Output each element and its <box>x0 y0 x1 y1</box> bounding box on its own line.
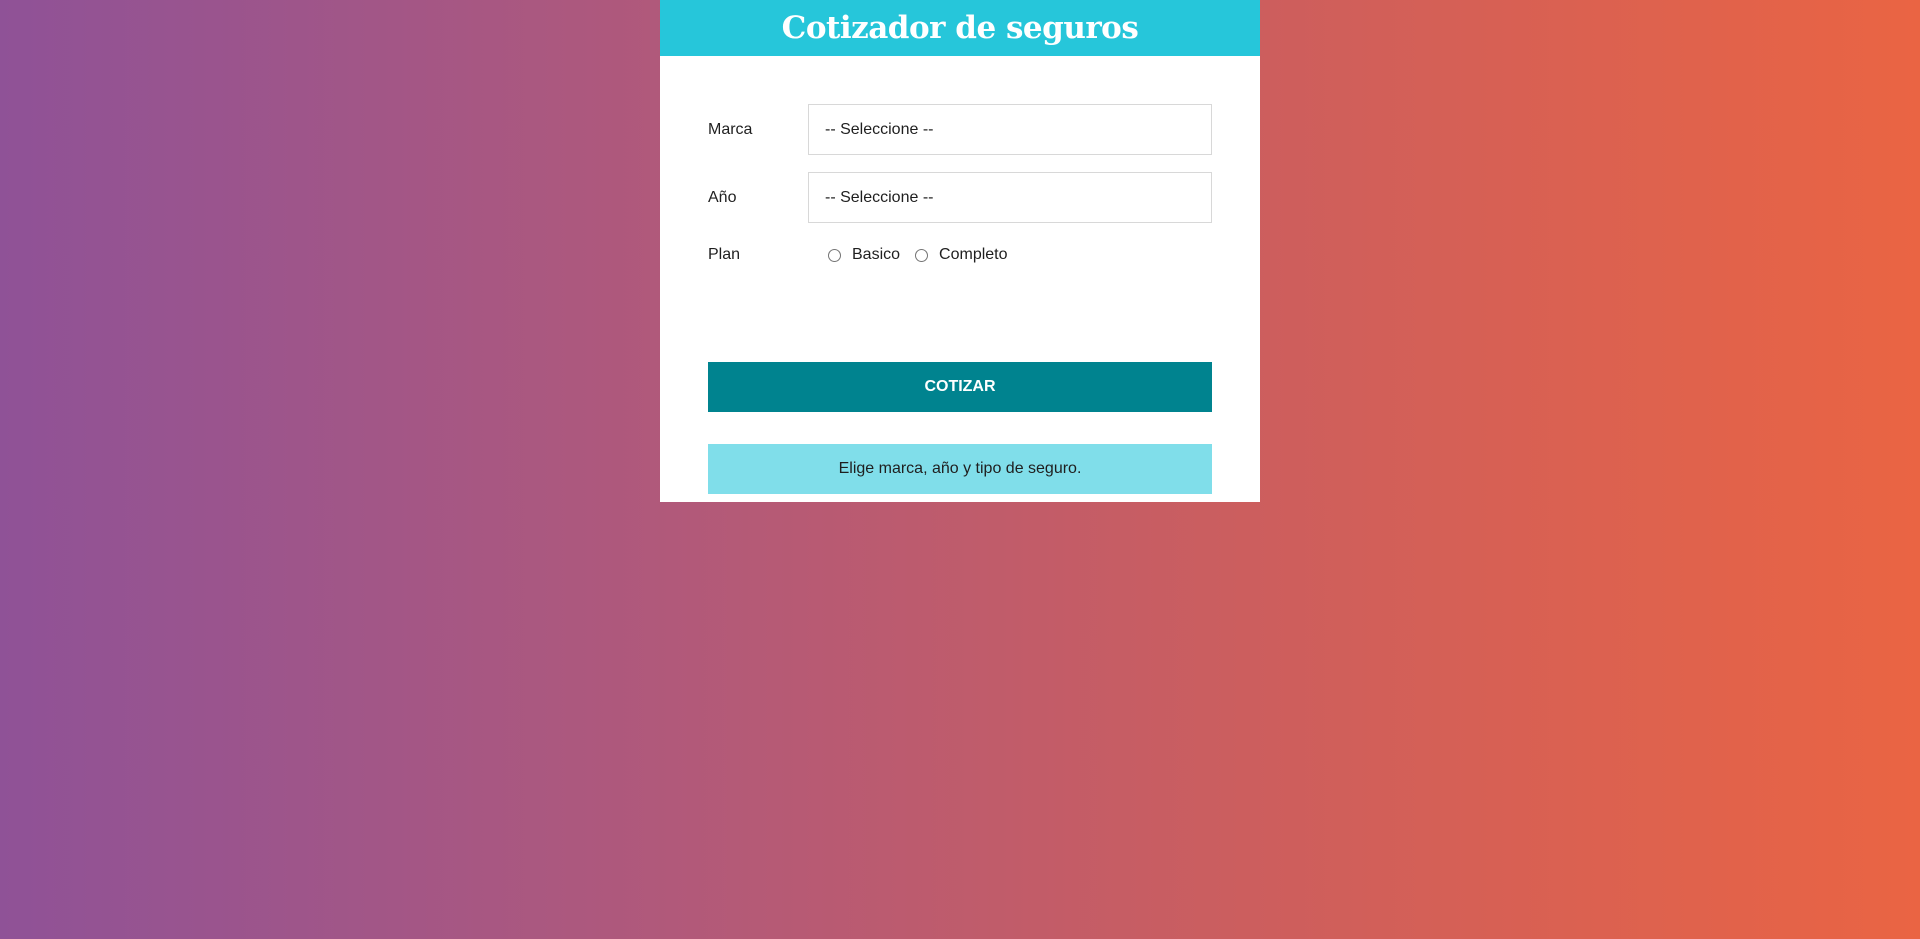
marca-label: Marca <box>708 120 753 138</box>
plan-basico-label[interactable]: Basico <box>852 246 900 264</box>
card-header: Cotizador de seguros <box>660 0 1260 56</box>
anio-select[interactable]: -- Seleccione -- <box>808 172 1212 223</box>
marca-row: Marca -- Seleccione -- <box>708 104 1212 155</box>
marca-select[interactable]: -- Seleccione -- <box>808 104 1212 155</box>
quote-card: Cotizador de seguros Marca -- Seleccione… <box>660 0 1260 502</box>
plan-radio-group: Basico Completo <box>808 246 1023 264</box>
cotizar-button[interactable]: COTIZAR <box>708 362 1212 412</box>
anio-row: Año -- Seleccione -- <box>708 172 1212 223</box>
plan-completo-label[interactable]: Completo <box>939 246 1007 264</box>
plan-basico-radio[interactable] <box>828 248 841 262</box>
page-title: Cotizador de seguros <box>781 10 1139 46</box>
anio-label: Año <box>708 188 737 206</box>
plan-completo-radio[interactable] <box>915 248 929 262</box>
info-message: Elige marca, año y tipo de seguro. <box>708 444 1212 494</box>
plan-row: Plan Basico Completo <box>708 237 1212 273</box>
plan-label: Plan <box>708 246 741 263</box>
